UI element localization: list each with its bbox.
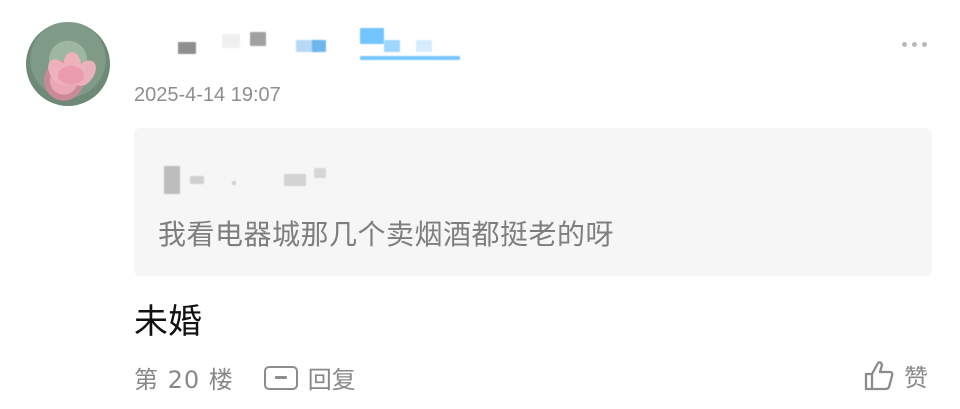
username-redacted[interactable] xyxy=(134,28,474,68)
post-footer: 第 20 楼 回复 xyxy=(134,360,356,395)
reply-icon xyxy=(263,365,298,390)
floor-number: 第 20 楼 xyxy=(134,366,234,394)
like-button[interactable]: 赞 xyxy=(862,358,928,393)
quoted-text: 我看电器城那几个卖烟酒都挺老的呀 xyxy=(158,218,615,251)
post-timestamp: 2025-4-14 19:07 xyxy=(134,84,281,106)
reply-content: 未婚 xyxy=(134,302,202,342)
more-icon[interactable] xyxy=(902,38,930,50)
avatar[interactable] xyxy=(26,22,110,106)
thumbs-up-icon xyxy=(864,360,894,390)
like-label: 赞 xyxy=(904,364,928,392)
reply-button[interactable]: 回复 xyxy=(263,360,356,395)
reply-label: 回复 xyxy=(307,366,356,394)
quoted-comment[interactable]: 我看电器城那几个卖烟酒都挺老的呀 xyxy=(134,128,932,276)
quoted-username-redacted xyxy=(164,166,354,194)
